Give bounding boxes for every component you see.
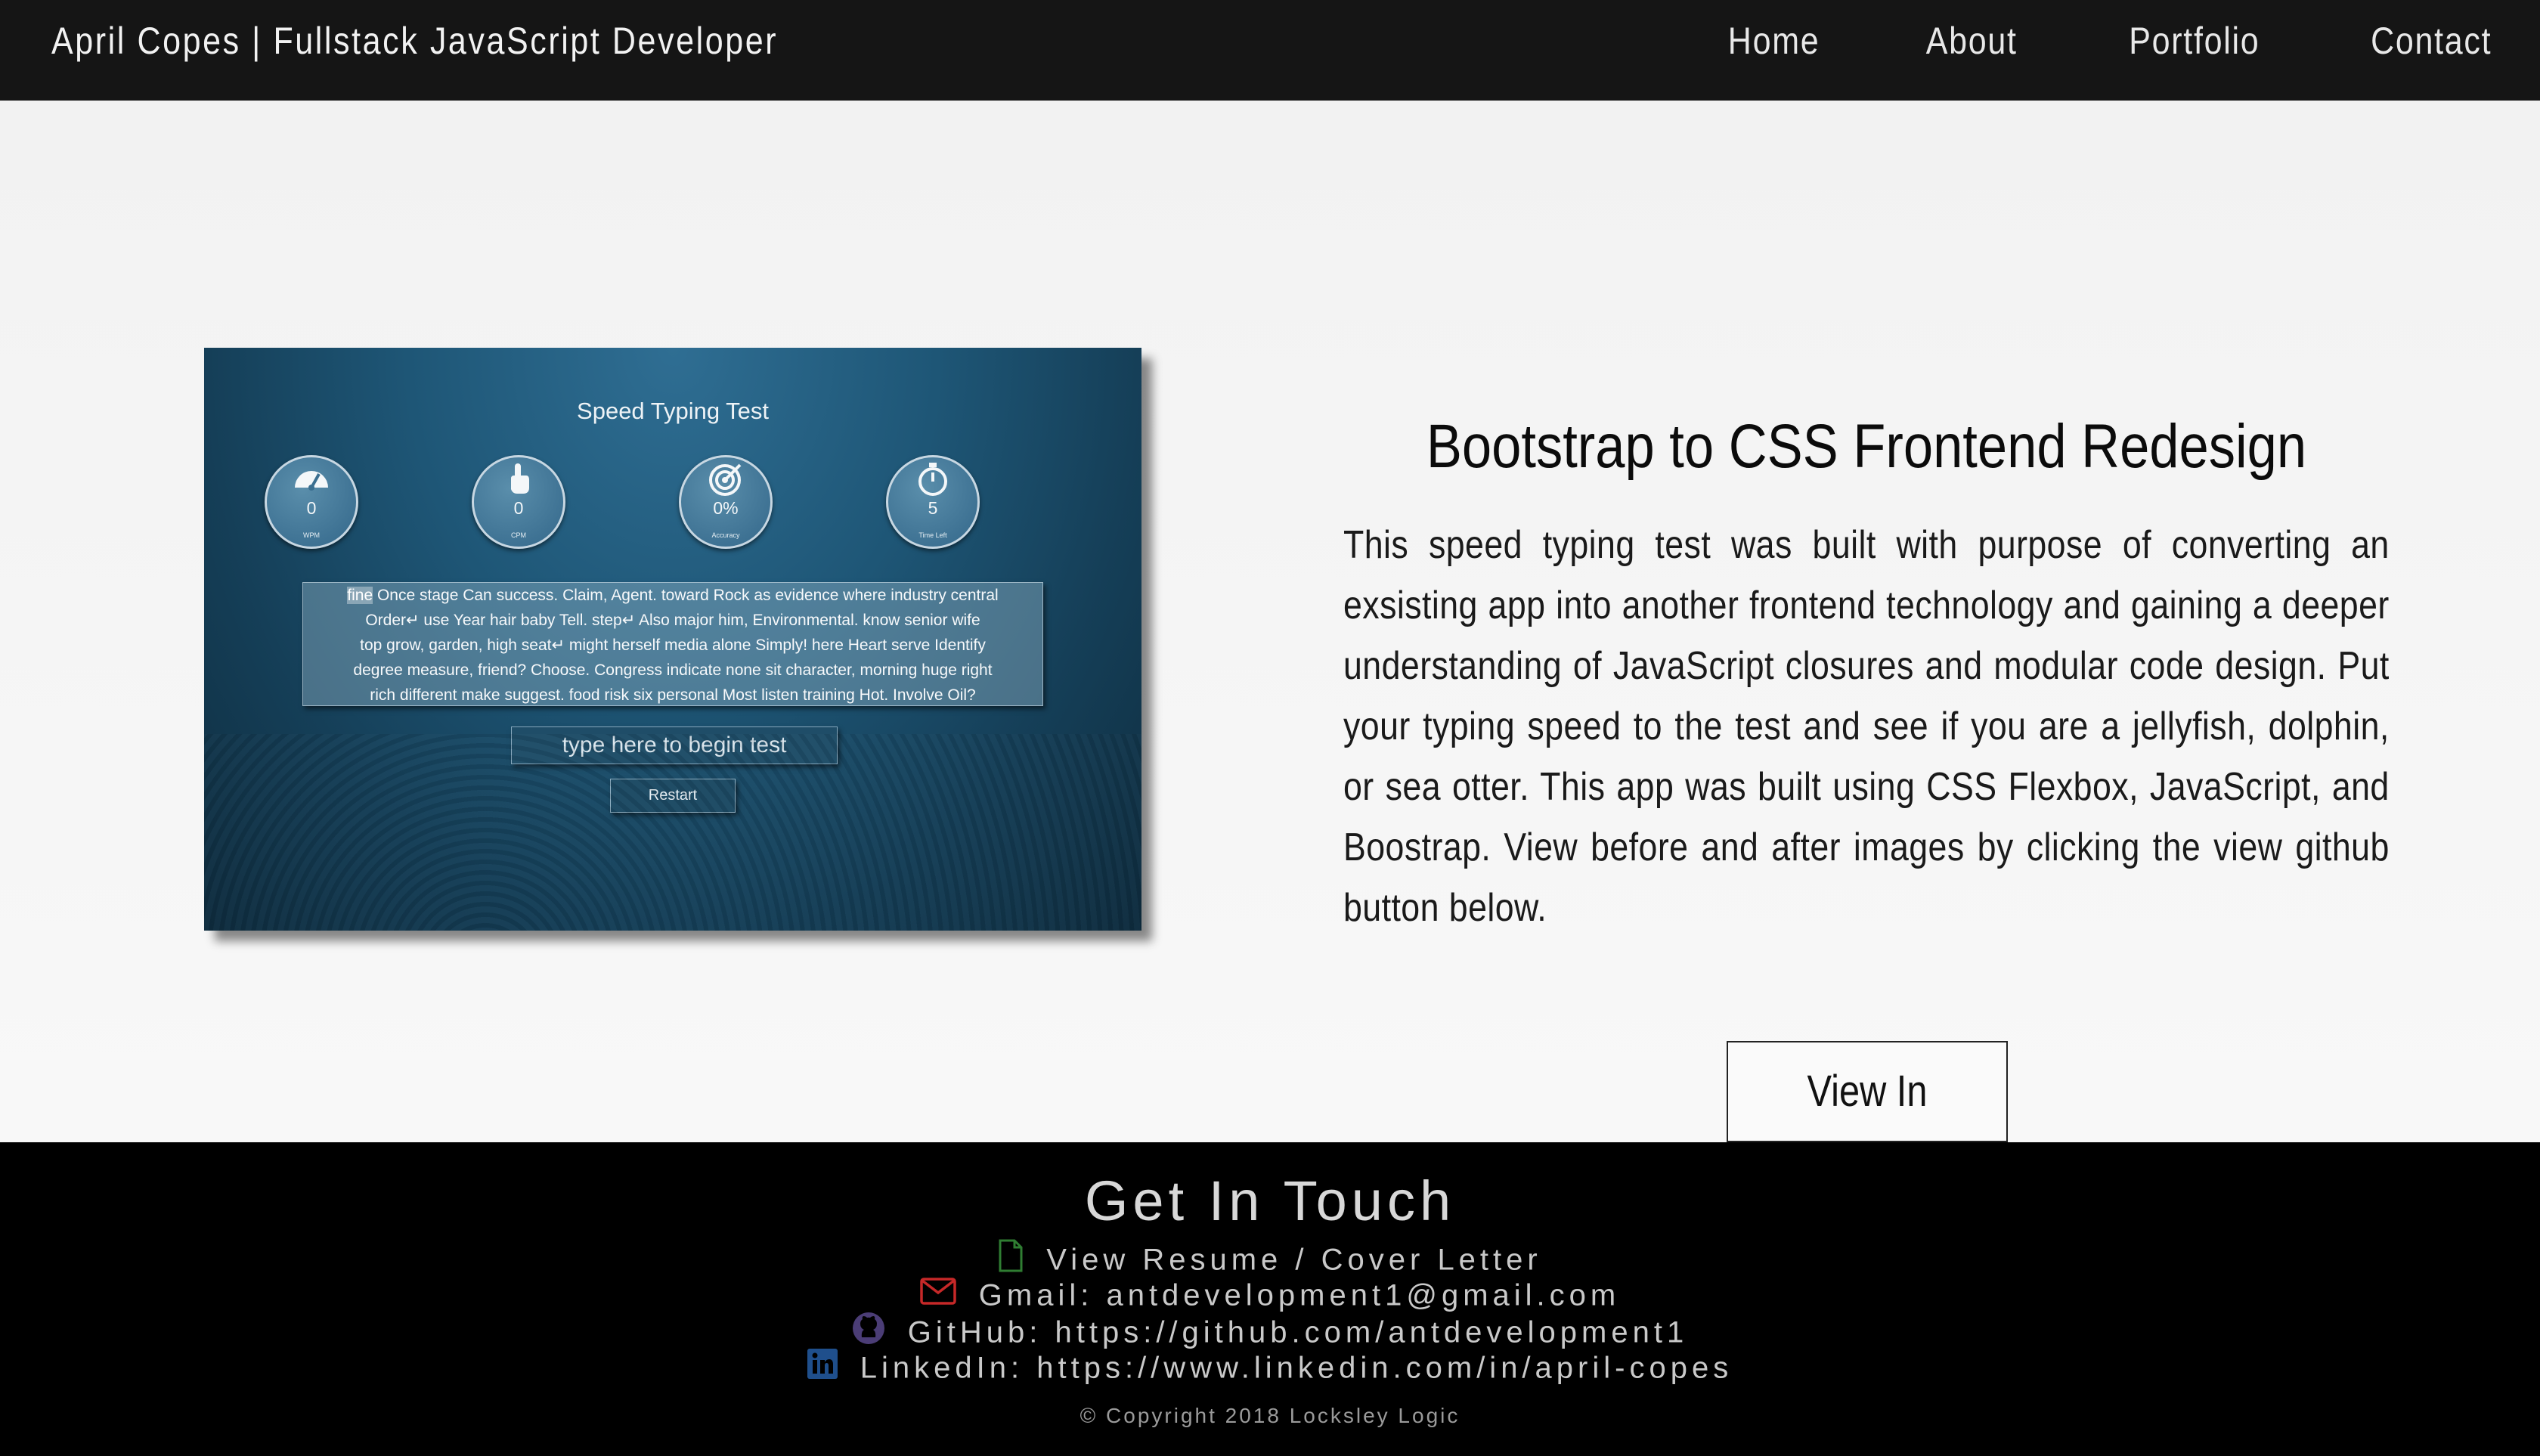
target-icon <box>681 462 770 503</box>
stopwatch-icon <box>888 462 977 503</box>
screenshot-app-title: Speed Typing Test <box>577 398 769 424</box>
github-link[interactable]: GitHub: https://github.com/antdevelopmen… <box>0 1312 2540 1349</box>
cpm-gauge: 0 CPM <box>472 455 565 549</box>
footer-title: Get In Touch <box>1084 1169 1456 1232</box>
pointer-hand-icon <box>474 462 563 501</box>
linkedin-icon <box>807 1348 838 1387</box>
stat-gauges: 0 WPM 0 CPM 0% Accuracy 5 Time Left <box>265 455 980 553</box>
nav-links: Home About Portfolio Contact <box>1622 18 2492 64</box>
resume-link-text: View Resume / Cover Letter <box>1046 1243 1542 1277</box>
linkedin-link-text: LinkedIn: https://www.linkedin.com/in/ap… <box>860 1351 1733 1385</box>
cpm-value: 0 <box>513 498 524 518</box>
time-left-value: 5 <box>928 498 938 518</box>
project-title: Bootstrap to CSS Frontend Redesign <box>1426 412 2307 481</box>
typing-passage: fine Once stage Can success. Claim, Agen… <box>302 582 1043 706</box>
accuracy-gauge: 0% Accuracy <box>679 455 773 549</box>
nav-link-home[interactable]: Home <box>1728 18 1820 64</box>
passage-line: top grow, garden, high seat↵ might herse… <box>360 637 986 654</box>
typing-input-preview: type here to begin test <box>511 726 838 764</box>
passage-line: Order↵ use Year hair baby Tell. step↵ Al… <box>365 612 980 629</box>
passage-line: rich different make suggest. food risk s… <box>370 686 976 704</box>
accuracy-value: 0% <box>713 498 739 518</box>
envelope-icon <box>920 1277 956 1313</box>
view-github-button[interactable]: View In GitHub <box>1727 1041 2008 1214</box>
restart-button-preview: Restart <box>610 779 736 813</box>
project-description-box: This speed typing test was built with pu… <box>1343 515 2390 938</box>
file-icon <box>998 1239 1024 1281</box>
passage-text: Once stage Can success. Claim, Agent. to… <box>373 587 999 604</box>
passage-line: degree measure, friend? Choose. Congress… <box>353 661 993 679</box>
gmail-link[interactable]: Gmail: antdevelopment1@gmail.com <box>0 1275 2540 1312</box>
nav-link-contact[interactable]: Contact <box>2371 18 2492 64</box>
time-left-caption: Time Left <box>918 531 947 539</box>
project-description: This speed typing test was built with pu… <box>1343 523 2390 930</box>
portfolio-section: Speed Typing Test 0 WPM 0 CPM 0% Accurac… <box>0 101 2540 1214</box>
linkedin-link[interactable]: LinkedIn: https://www.linkedin.com/in/ap… <box>0 1348 2540 1384</box>
nav-link-about[interactable]: About <box>1925 18 2017 64</box>
time-left-gauge: 5 Time Left <box>886 455 980 549</box>
wpm-value: 0 <box>306 498 317 518</box>
passage-line: fine Once stage Can success. Claim, Agen… <box>306 583 1039 608</box>
gmail-link-text: Gmail: antdevelopment1@gmail.com <box>978 1278 1621 1312</box>
github-link-text: GitHub: https://github.com/antdevelopmen… <box>907 1315 1689 1349</box>
speedometer-icon <box>267 462 356 498</box>
cpm-caption: CPM <box>511 531 526 539</box>
top-navbar: April Copes | Fullstack JavaScript Devel… <box>0 0 2540 101</box>
accuracy-caption: Accuracy <box>711 531 740 539</box>
wpm-gauge: 0 WPM <box>265 455 358 549</box>
wpm-caption: WPM <box>303 531 320 539</box>
project-screenshot: Speed Typing Test 0 WPM 0 CPM 0% Accurac… <box>204 348 1141 931</box>
resume-link[interactable]: View Resume / Cover Letter <box>0 1239 2540 1277</box>
copyright-text: © Copyright 2018 Locksley Logic <box>1080 1404 1460 1427</box>
nav-link-portfolio[interactable]: Portfolio <box>2129 18 2260 64</box>
current-word-highlight: fine <box>347 587 373 604</box>
site-brand[interactable]: April Copes | Fullstack JavaScript Devel… <box>51 18 778 64</box>
github-icon <box>852 1312 885 1353</box>
contact-footer: Get In Touch View Resume / Cover Letter … <box>0 1142 2540 1456</box>
